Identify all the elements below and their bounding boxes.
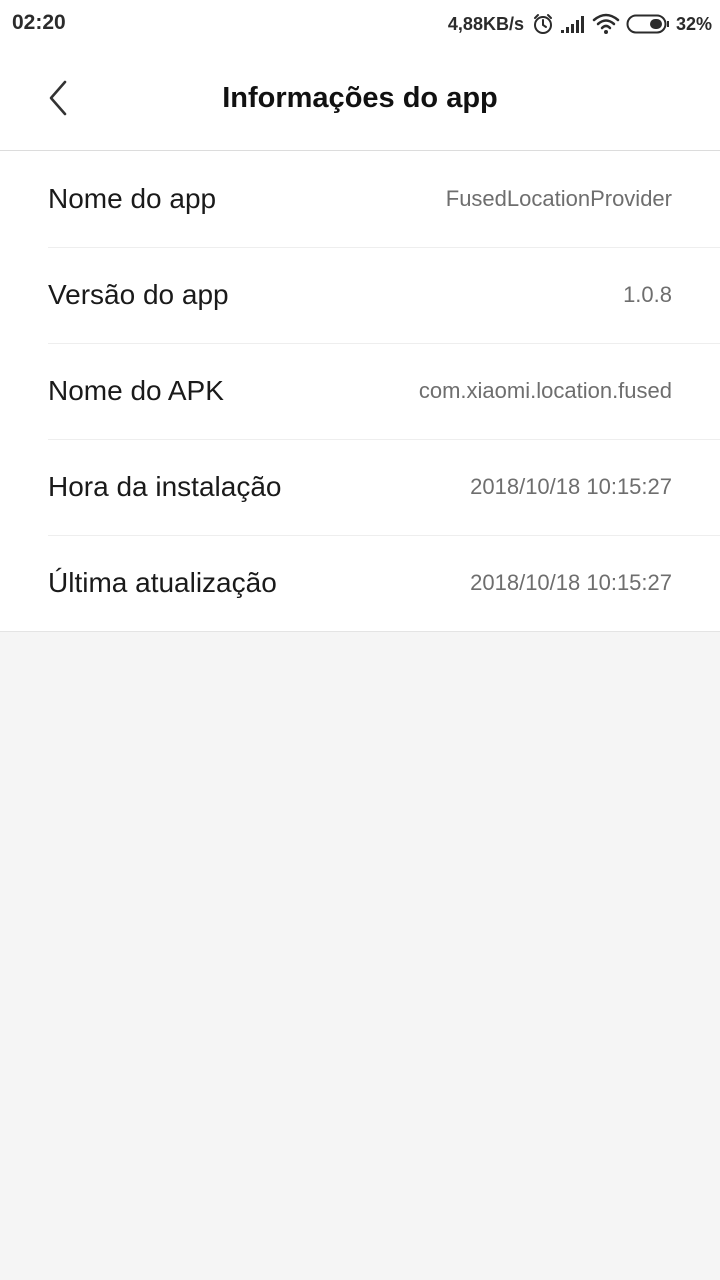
status-time: 02:20 — [12, 11, 66, 34]
info-value: com.xiaomi.location.fused — [418, 378, 672, 403]
info-row-app-version: Versão do app 1.0.8 — [0, 247, 720, 343]
battery-icon — [626, 13, 670, 35]
info-label: Versão do app — [48, 279, 229, 310]
info-value: 1.0.8 — [623, 282, 672, 307]
wifi-icon — [592, 13, 620, 35]
info-label: Nome do app — [48, 183, 217, 214]
info-label: Hora da instalação — [48, 471, 282, 502]
info-row-last-update: Última atualização 2018/10/18 10:15:27 — [0, 535, 720, 631]
info-label: Nome do APK — [48, 375, 224, 406]
battery-percent: 32% — [675, 13, 712, 34]
status-indicators: 4,88KB/s 32% — [448, 10, 712, 38]
page-title: Informações do app — [222, 82, 498, 114]
info-row-install-time: Hora da instalação 2018/10/18 10:15:27 — [0, 439, 720, 535]
info-row-app-name: Nome do app FusedLocationProvider — [0, 151, 720, 247]
info-value: 2018/10/18 10:15:27 — [470, 474, 672, 499]
info-value: 2018/10/18 10:15:27 — [470, 570, 672, 595]
info-row-apk-name: Nome do APK com.xiaomi.location.fused — [0, 343, 720, 439]
alarm-icon — [532, 13, 554, 35]
status-bar: 02:20 4,88KB/s 32% — [0, 0, 720, 50]
app-header: Informações do app — [0, 50, 720, 151]
app-info-list: Nome do app FusedLocationProvider Versão… — [0, 151, 720, 632]
network-speed: 4,88KB/s — [447, 13, 524, 34]
info-label: Última atualização — [48, 567, 277, 598]
signal-icon — [560, 14, 586, 34]
info-value: FusedLocationProvider — [445, 186, 672, 211]
